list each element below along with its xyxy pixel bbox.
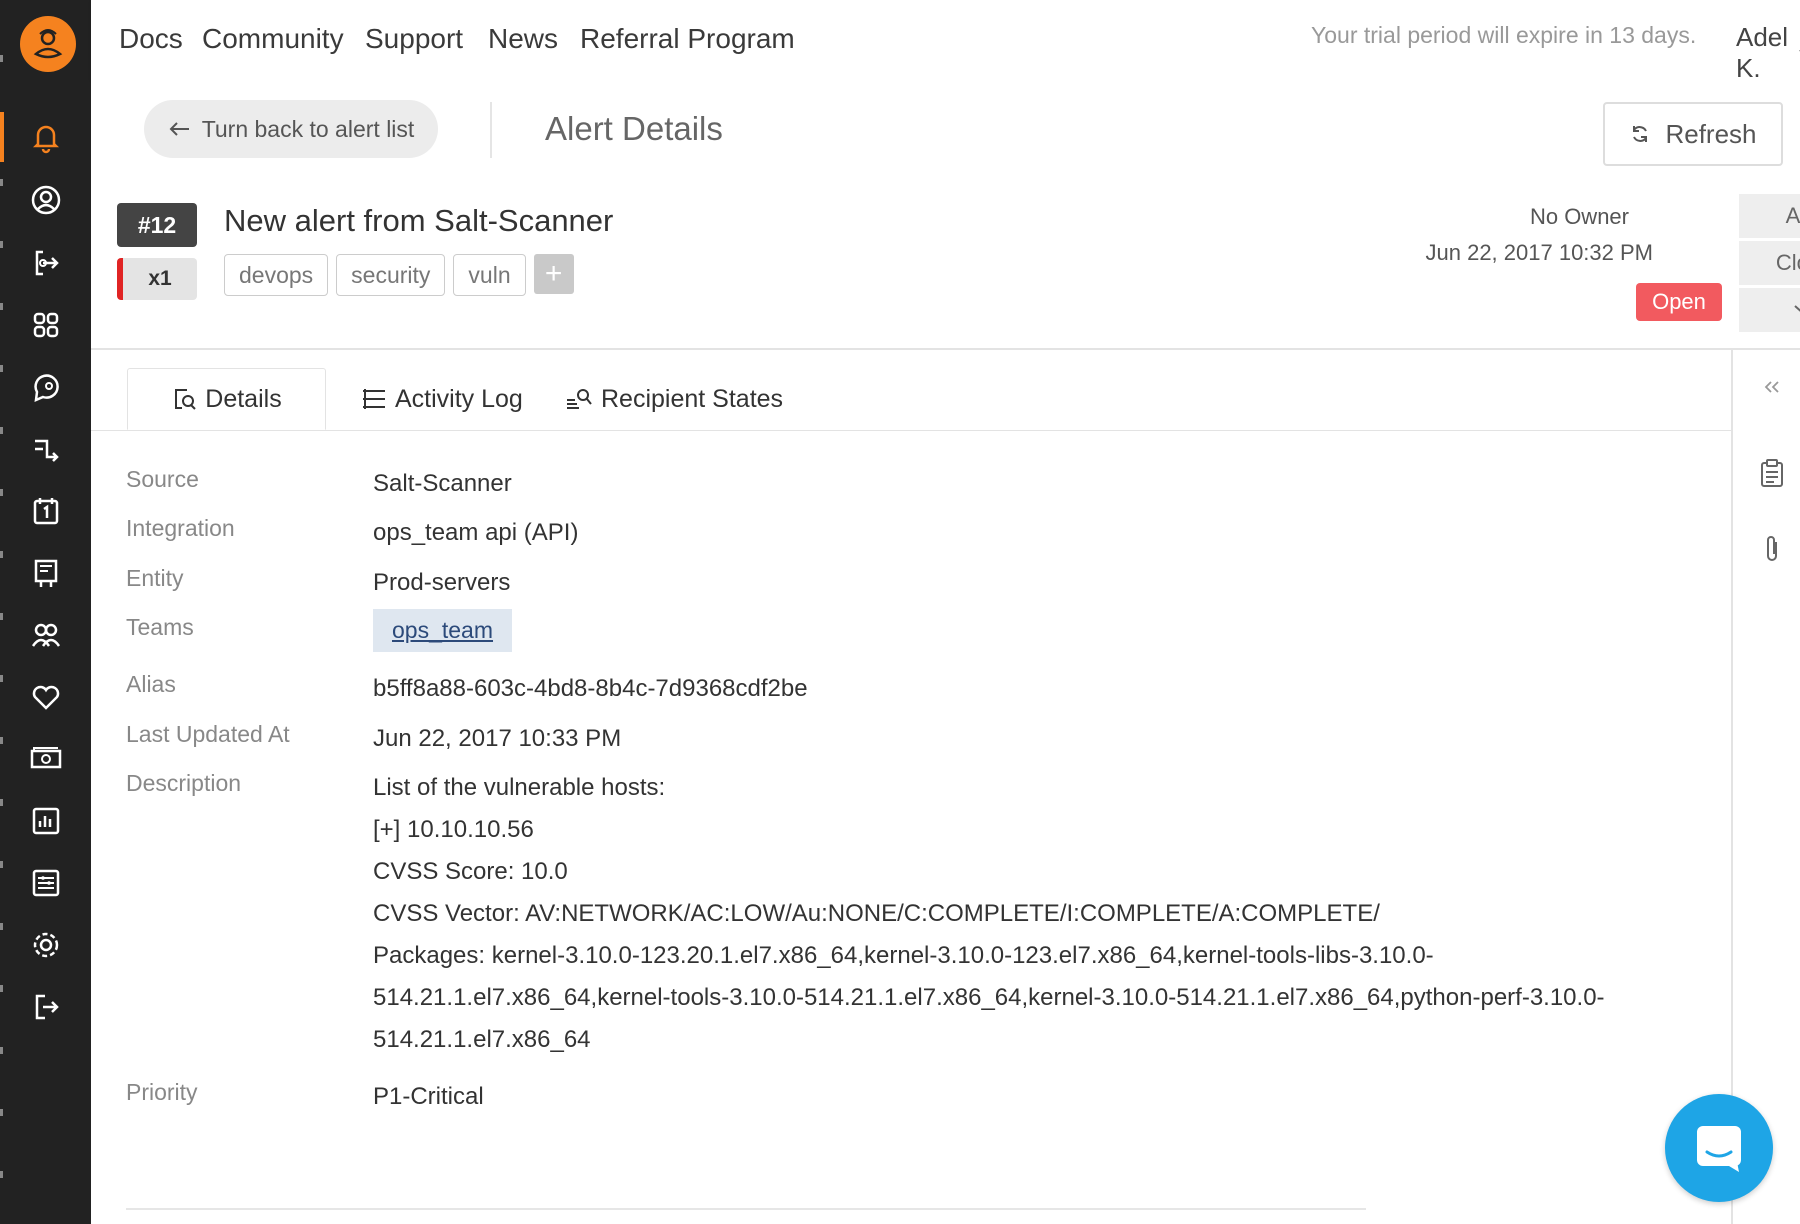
nav-support[interactable]: Support [365,23,463,55]
user-name: Adel K. [1736,22,1789,83]
chat-icon[interactable] [0,362,91,412]
routing-icon[interactable] [0,424,91,474]
alert-count-badge: x1 [117,258,197,300]
settings-list-icon[interactable] [0,858,91,908]
priority-label: Priority [126,1079,198,1105]
tab-label: Activity Log [395,384,523,413]
page-title: Alert Details [545,110,723,147]
bell-icon[interactable] [0,112,91,162]
alert-summary: #12 x1 New alert from Salt-Scanner devop… [91,176,1800,350]
more-actions-button[interactable] [1739,288,1800,332]
refresh-icon [1629,123,1651,145]
arrow-left-icon [168,121,190,137]
source-label: Source [126,466,199,492]
teams-icon[interactable] [0,610,91,660]
last-updated-label: Last Updated At [126,721,290,747]
tag-list: devops security vuln + [224,254,574,296]
heart-icon[interactable] [0,672,91,722]
last-updated-value: Jun 22, 2017 10:33 PM [373,725,622,752]
refresh-button[interactable]: Refresh [1603,102,1783,166]
alias-value: b5ff8a88-603c-4bd8-8b4c-7d9368cdf2be [373,675,808,702]
source-value: Salt-Scanner [373,470,512,497]
tag[interactable]: vuln [453,254,526,296]
opsgenie-logo[interactable] [20,16,76,72]
teams-label: Teams [126,614,194,640]
description-line: 514.21.1.el7.x86_64,kernel-tools-3.10.0-… [373,984,1605,1011]
alert-created-time: Jun 22, 2017 10:32 PM [1425,240,1654,265]
heartbeat-shortcut-icon[interactable] [0,300,91,350]
tab-label: Details [205,384,282,413]
description-line: List of the vulnerable hosts: [373,774,666,801]
calendar-icon[interactable] [0,486,91,536]
entity-value: Prod-servers [373,569,511,596]
description-line: CVSS Vector: AV:NETWORK/AC:LOW/Au:NONE/C… [373,900,1380,927]
integration-value: ops_team api (API) [373,519,579,546]
alert-title: New alert from Salt-Scanner [224,203,614,238]
analytics-icon[interactable] [0,796,91,846]
user-circle-icon[interactable] [0,175,91,225]
tab-label: Recipient States [601,384,784,413]
recipient-icon [565,386,593,412]
billing-icon[interactable] [0,734,91,784]
tag[interactable]: devops [224,254,329,296]
page-header: Turn back to alert list Alert Details Re… [91,80,1800,178]
chat-messenger-button[interactable] [1665,1094,1773,1202]
details-icon [171,386,197,412]
integrations-icon[interactable] [0,238,91,288]
right-rail [1733,348,1800,1224]
description-line: Packages: kernel-3.10.0-123.20.1.el7.x86… [373,942,1434,969]
nav-referral-program[interactable]: Referral Program [580,23,795,55]
add-tag-button[interactable]: + [533,254,574,294]
trial-notice: Your trial period will expire in 13 days… [1311,22,1697,48]
ack-button[interactable]: Ack [1739,194,1800,238]
tab-activity-log[interactable]: Activity Log [361,368,523,430]
tag[interactable]: security [336,254,446,296]
status-badge: Open [1636,283,1722,321]
top-navigation-bar: Docs Community Support News Referral Pro… [91,0,1800,83]
tab-recipient-states[interactable]: Recipient States [565,368,783,430]
collapse-icon[interactable] [1763,380,1781,394]
notes-icon[interactable] [1759,458,1785,488]
priority-value: P1-Critical [373,1083,484,1110]
teams-value: ops_team [373,609,513,652]
tab-bar: Details Activity Log Recipient States [91,348,1731,431]
chat-messenger-icon [1693,1122,1745,1174]
user-menu[interactable]: Adel K. [1736,22,1800,84]
gear-icon[interactable] [0,920,91,970]
nav-docs[interactable]: Docs [119,23,183,55]
refresh-label: Refresh [1665,118,1757,149]
divider [126,1208,1366,1210]
description-line: CVSS Score: 10.0 [373,858,568,885]
divider [490,102,492,158]
sidebar [0,0,91,1224]
back-button-label: Turn back to alert list [201,115,415,142]
alert-owner: No Owner [1529,204,1629,229]
alert-actions: Ack Close [1739,194,1800,335]
team-link[interactable]: ops_team [373,609,513,652]
description-line: 514.21.1.el7.x86_64 [373,1026,591,1053]
alert-details-panel: Details Activity Log Recipient States So… [91,348,1733,1224]
description-line: [+] 10.10.10.56 [373,816,534,843]
integration-label: Integration [126,515,235,541]
chevron-down-icon [1793,303,1800,317]
back-to-alert-list-button[interactable]: Turn back to alert list [144,100,438,158]
attachment-icon[interactable] [1761,534,1783,564]
nav-news[interactable]: News [488,23,558,55]
nav-community[interactable]: Community [202,23,344,55]
tab-details[interactable]: Details [127,368,326,430]
description-label: Description [126,770,242,796]
logout-icon[interactable] [0,982,91,1032]
board-icon[interactable] [0,548,91,598]
list-icon [361,386,387,412]
close-button[interactable]: Close [1739,241,1800,285]
alias-label: Alias [126,671,176,697]
entity-label: Entity [126,565,184,591]
alert-number-badge: #12 [117,203,197,247]
